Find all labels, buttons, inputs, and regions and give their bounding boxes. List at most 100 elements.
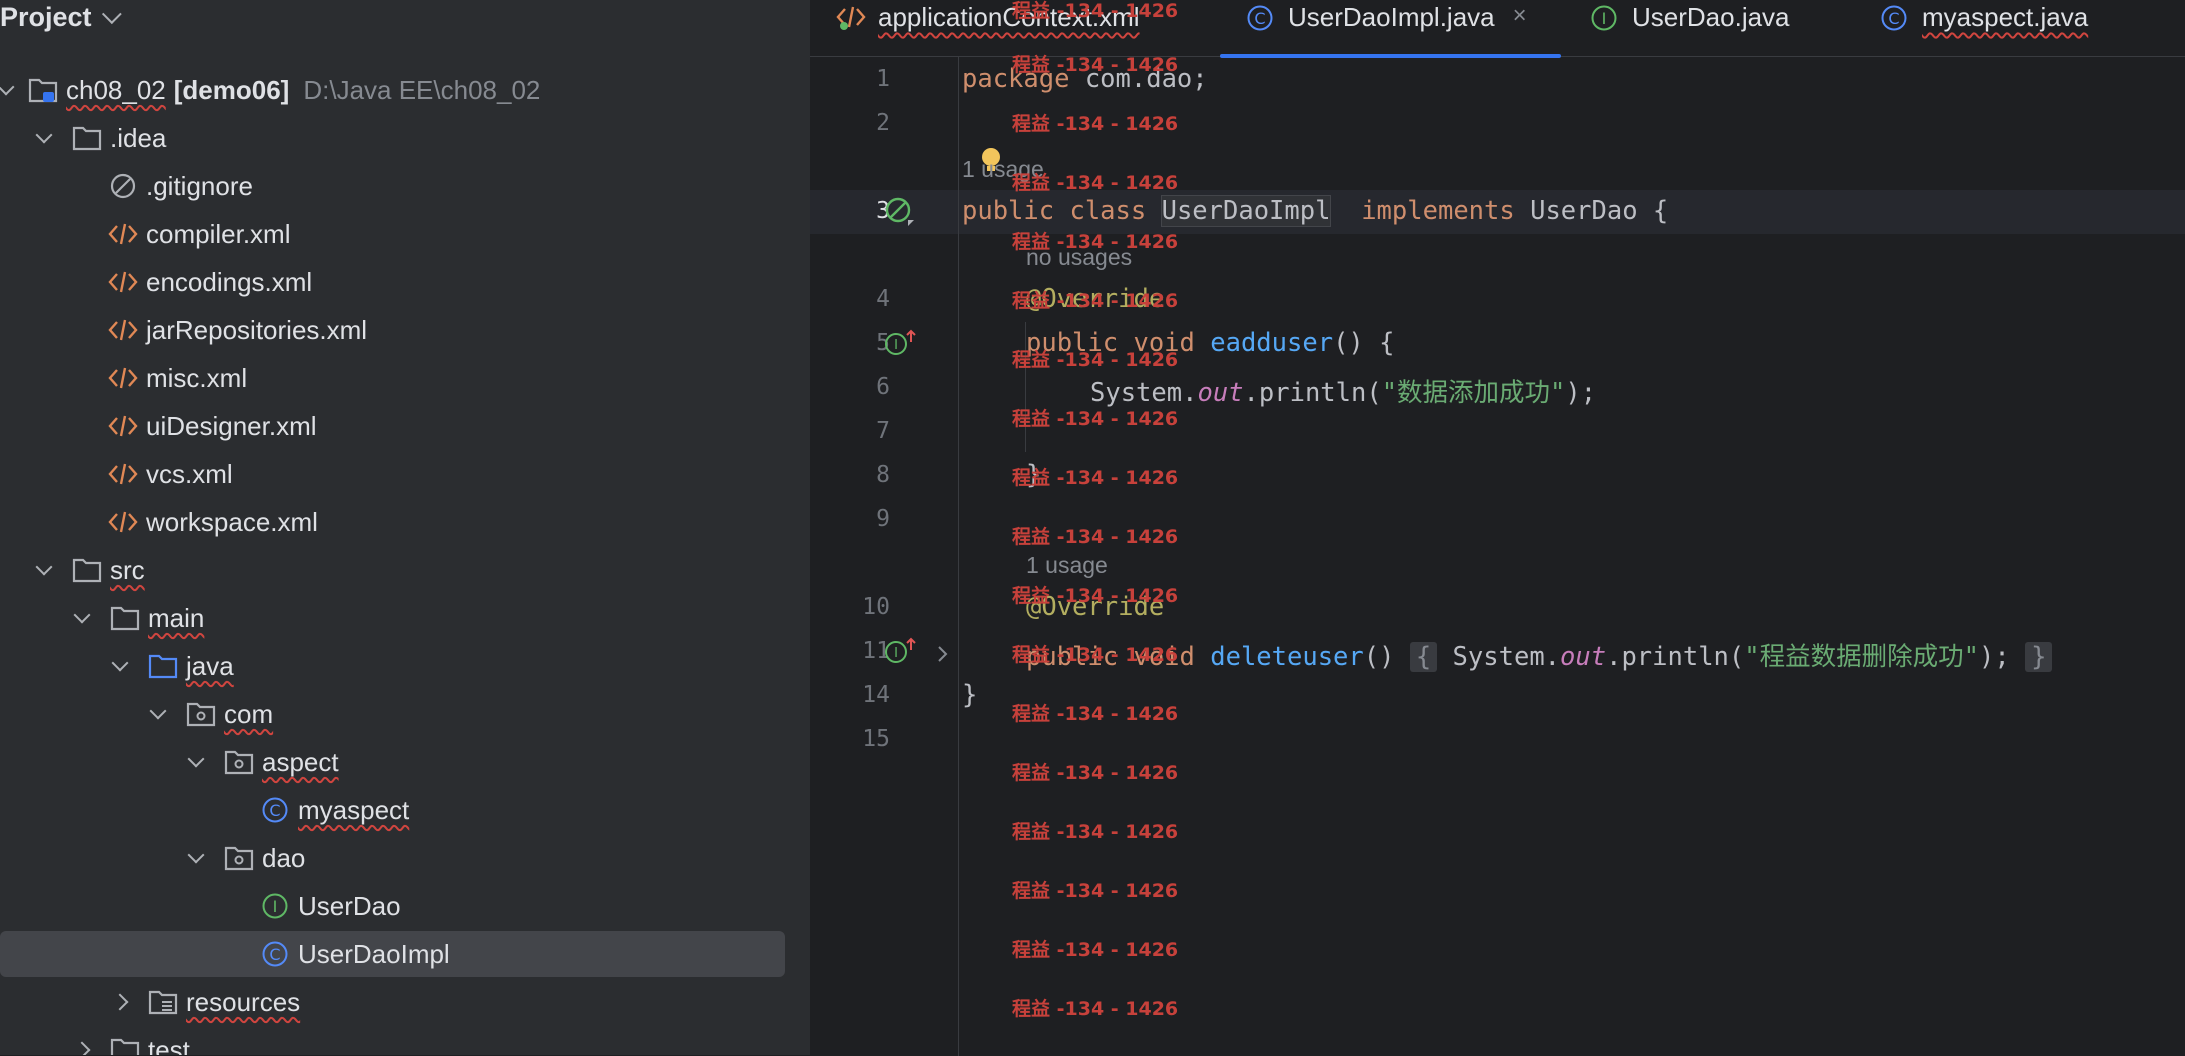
class-icon: C xyxy=(260,939,290,969)
tree-item-java[interactable]: java xyxy=(0,643,785,689)
line-number: 9 xyxy=(876,506,890,532)
code-text: } xyxy=(962,680,978,710)
watermark: 程益 -134 - 1426 xyxy=(1012,644,1179,666)
tree-item-uidesigner-xml[interactable]: uiDesigner.xml xyxy=(0,403,785,449)
svg-text:I: I xyxy=(1602,9,1607,28)
tab-myaspect-java[interactable]: C myaspect.java xyxy=(1880,0,2088,58)
package-icon xyxy=(186,699,216,729)
tree-item-label: .idea xyxy=(110,122,167,153)
tree-item-myaspect[interactable]: C myaspect xyxy=(0,787,785,833)
watermark: 程益 -134 - 1426 xyxy=(1012,54,1179,76)
tree-item-userdao[interactable]: I UserDao xyxy=(0,883,785,929)
line-number: 6 xyxy=(876,374,890,400)
package-icon xyxy=(224,843,254,873)
expand-arrow-icon[interactable] xyxy=(38,131,52,145)
expand-arrow-icon[interactable] xyxy=(114,659,128,673)
watermark: 程益 -134 - 1426 xyxy=(1012,821,1179,843)
tree-item-encodings-xml[interactable]: encodings.xml xyxy=(0,259,785,305)
class-icon: C xyxy=(260,795,290,825)
tree-item-label: UserDao xyxy=(298,890,401,921)
line-number: 15 xyxy=(862,726,890,752)
fold-arrow-icon[interactable] xyxy=(936,644,950,664)
xml-file-icon xyxy=(108,315,138,345)
project-panel-title: Project xyxy=(0,1,92,32)
line-number: 7 xyxy=(876,418,890,444)
tree-item-label: ch08_02 xyxy=(66,74,166,105)
class-icon: C xyxy=(1880,4,1908,32)
watermark: 程益 -134 - 1426 xyxy=(1012,408,1179,430)
project-panel-header[interactable]: Project xyxy=(0,0,122,34)
expand-arrow-icon[interactable] xyxy=(38,563,52,577)
code-text: () xyxy=(1363,642,1395,672)
tree-item-main[interactable]: main xyxy=(0,595,785,641)
tree-item-aspect[interactable]: aspect xyxy=(0,739,785,785)
folded-region-close[interactable]: } xyxy=(2025,642,2053,672)
code-line-3[interactable]: public class UserDaoImpl implements User… xyxy=(962,195,1669,227)
tree-item-src[interactable]: src xyxy=(0,547,785,593)
watermark: 程益 -134 - 1426 xyxy=(1012,349,1179,371)
tree-item-com[interactable]: com xyxy=(0,691,785,737)
expand-arrow-icon[interactable] xyxy=(190,851,204,865)
tree-item-idea[interactable]: .idea xyxy=(0,115,785,161)
expand-arrow-icon[interactable] xyxy=(76,611,90,625)
folded-region-open[interactable]: { xyxy=(1409,642,1438,672)
watermark: 程益 -134 - 1426 xyxy=(1012,703,1179,725)
tab-userdaoimpl-java[interactable]: C UserDaoImpl.java × xyxy=(1220,0,1561,58)
tree-item-vcs-xml[interactable]: vcs.xml xyxy=(0,451,785,497)
tab-label: myaspect.java xyxy=(1922,2,2089,32)
line-number: 1 xyxy=(876,66,890,92)
expand-arrow-icon[interactable] xyxy=(152,707,166,721)
tree-item-label: main xyxy=(148,602,205,633)
tree-item-userdaoimpl[interactable]: C UserDaoImpl xyxy=(0,931,785,977)
code-text: ); xyxy=(1978,642,2010,672)
code-text: UserDao { xyxy=(1514,196,1669,226)
line-number: 14 xyxy=(862,682,890,708)
tree-item-project-root[interactable]: ch08_02 [demo06] D:\Java EE\ch08_02 xyxy=(0,67,785,113)
implements-method-icon[interactable]: I xyxy=(884,636,918,666)
method-name: deleteuser xyxy=(1210,642,1364,672)
tree-item-test[interactable]: test xyxy=(0,1027,785,1055)
expand-arrow-icon[interactable] xyxy=(0,83,14,97)
tree-item-misc-xml[interactable]: misc.xml xyxy=(0,355,785,401)
watermark: 程益 -134 - 1426 xyxy=(1012,0,1179,22)
line-number: 11 xyxy=(862,638,890,664)
tree-item-dao[interactable]: dao xyxy=(0,835,785,881)
expand-arrow-icon[interactable] xyxy=(190,755,204,769)
svg-text:C: C xyxy=(1888,9,1899,28)
watermark: 程益 -134 - 1426 xyxy=(1012,231,1179,253)
tree-item-gitignore[interactable]: .gitignore xyxy=(0,163,785,209)
tree-item-label: com xyxy=(224,698,274,729)
line-number: 2 xyxy=(876,110,890,136)
close-tab-icon[interactable]: × xyxy=(1513,2,1527,30)
string-literal: "程益数据删除成功" xyxy=(1744,642,1979,672)
usage-hint[interactable]: 1 usage xyxy=(1026,552,1108,579)
tree-item-resources[interactable]: resources xyxy=(0,979,785,1025)
tree-item-label: workspace.xml xyxy=(146,506,318,537)
code-line-11[interactable]: public void deleteuser() { System.out.pr… xyxy=(1026,636,2053,673)
code-line-14[interactable]: } xyxy=(962,680,977,710)
tree-item-jarrepositories-xml[interactable]: jarRepositories.xml xyxy=(0,307,785,353)
svg-text:I: I xyxy=(273,897,278,916)
class-icon: C xyxy=(1246,4,1274,32)
tree-item-compiler-xml[interactable]: compiler.xml xyxy=(0,211,785,257)
watermark: 程益 -134 - 1426 xyxy=(1012,939,1179,961)
watermark: 程益 -134 - 1426 xyxy=(1012,762,1179,784)
source-folder-icon xyxy=(148,651,178,681)
ignore-file-icon xyxy=(108,171,138,201)
code-editor[interactable]: applicationContext.xml C UserDaoImpl.jav… xyxy=(810,0,2185,1056)
implements-method-icon[interactable]: I xyxy=(884,328,918,358)
xml-file-icon xyxy=(108,219,138,249)
gutter-divider xyxy=(958,56,959,1056)
code-text: System. xyxy=(1437,642,1561,672)
xml-file-icon xyxy=(108,363,138,393)
collapse-arrow-icon[interactable] xyxy=(116,995,130,1009)
tab-userdao-java[interactable]: I UserDao.java xyxy=(1590,0,1790,58)
tree-item-label: test xyxy=(148,1034,190,1056)
tree-item-workspace-xml[interactable]: workspace.xml xyxy=(0,499,785,545)
tree-item-label: UserDaoImpl xyxy=(298,938,450,969)
collapse-arrow-icon[interactable] xyxy=(78,1043,92,1055)
tree-item-label: compiler.xml xyxy=(146,218,291,249)
chevron-down-icon[interactable] xyxy=(101,4,122,25)
no-bean-icon[interactable] xyxy=(884,196,916,228)
tree-item-label: misc.xml xyxy=(146,362,248,393)
